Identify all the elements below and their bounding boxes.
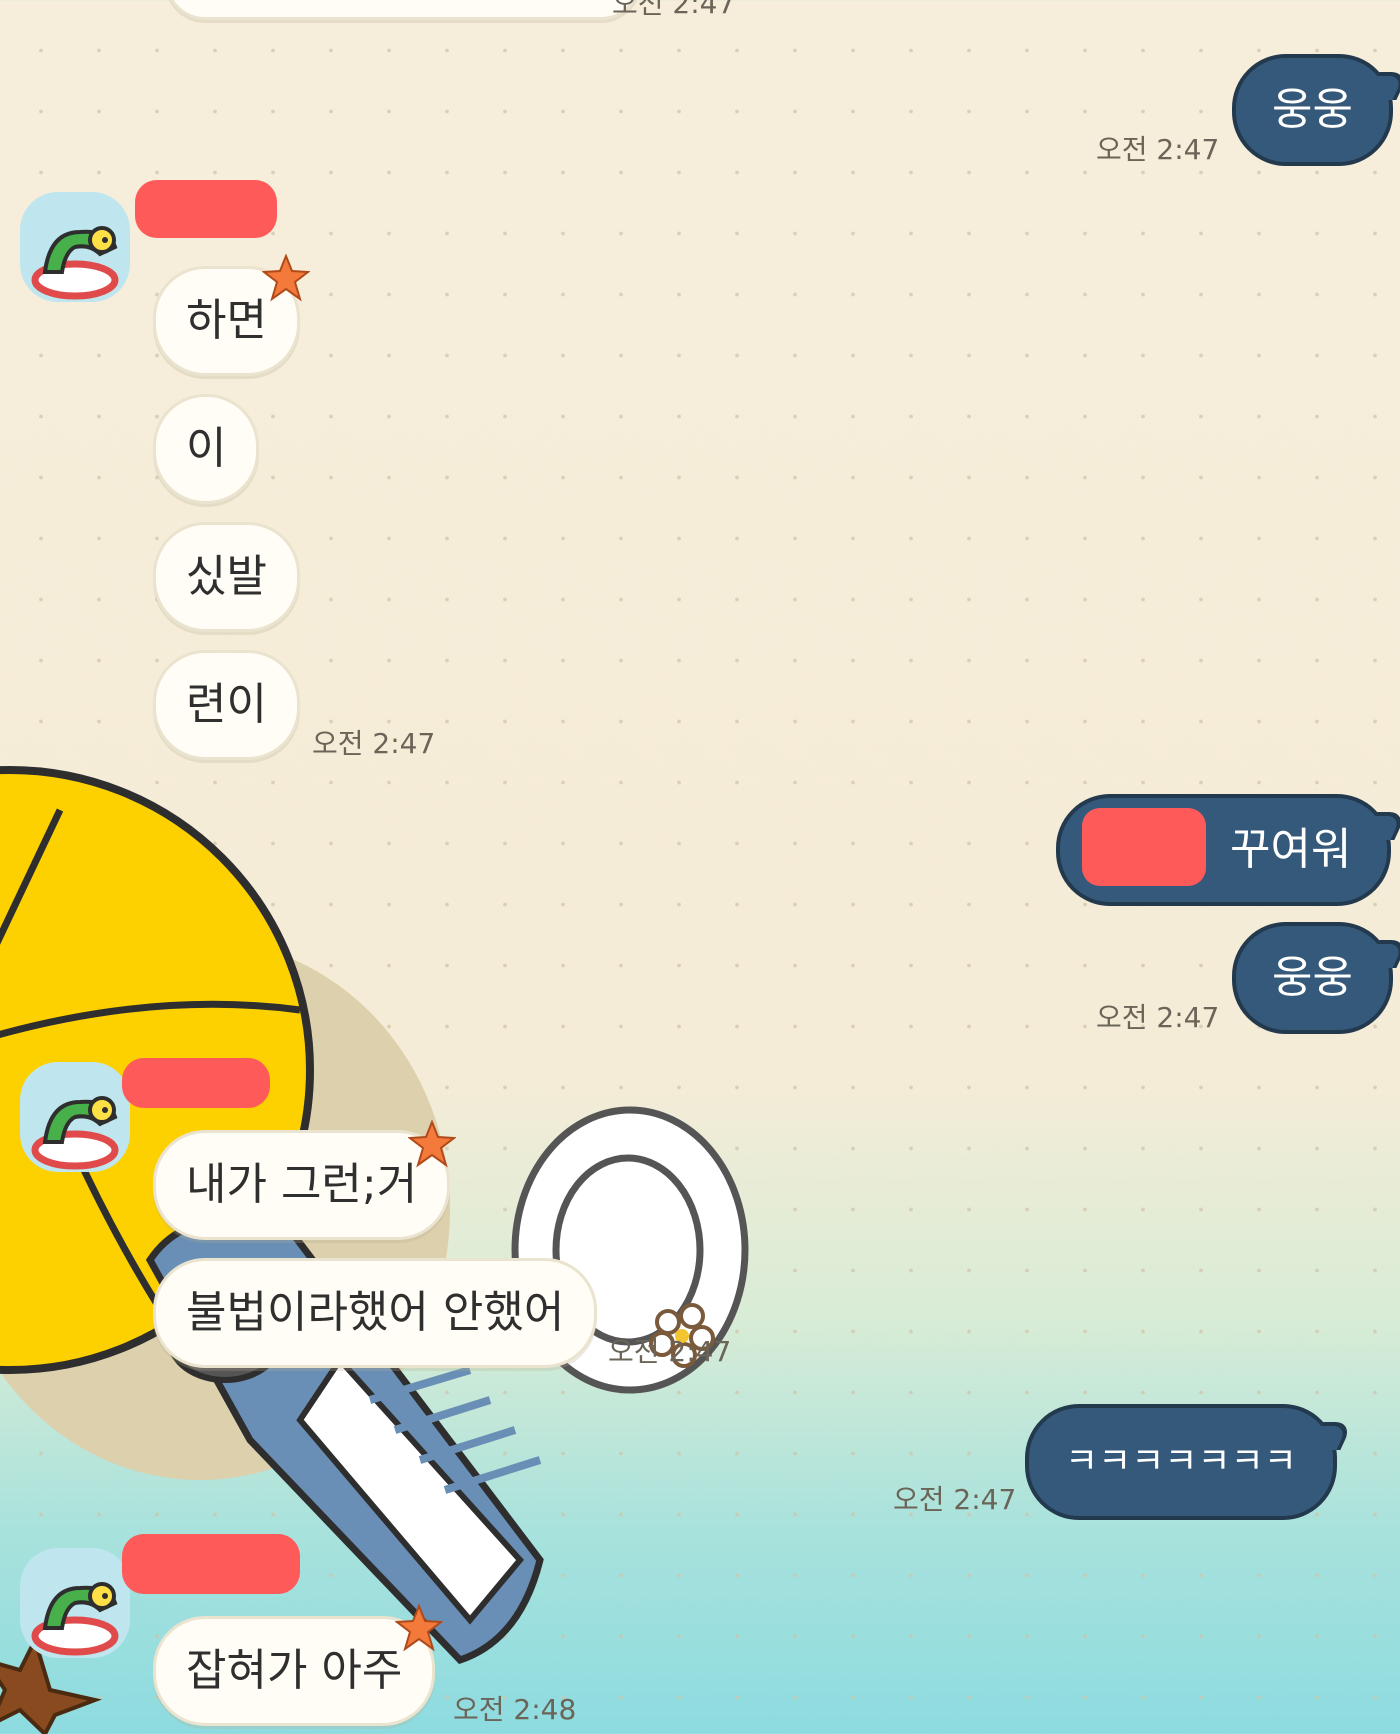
- message-text: 련이: [186, 679, 267, 730]
- message-text: 싰발: [186, 551, 267, 602]
- message-time: 오전 2:48: [453, 1693, 577, 1726]
- starfish-icon: [262, 254, 310, 302]
- message-text: ㅋㅋㅋㅋㅋㅋㅋ: [1065, 1441, 1297, 1482]
- friend-message-bubble[interactable]: 련이: [153, 650, 300, 760]
- my-message-bubble[interactable]: 웅웅: [1232, 54, 1393, 166]
- message-time: 오전 2:47: [1096, 1001, 1220, 1034]
- cut-off-bubble: [165, 0, 641, 20]
- friend-message-bubble[interactable]: 내가 그런;거: [153, 1130, 451, 1240]
- friend-message-bubble[interactable]: 이: [153, 394, 260, 504]
- crocodile-avatar-icon: [31, 1582, 119, 1656]
- message-text: 이: [186, 423, 227, 474]
- friend-message-bubble[interactable]: 잡혀가 아주: [153, 1616, 436, 1726]
- message-text: 잡혀가 아주: [186, 1645, 403, 1696]
- message-time: 오전 2:47: [893, 1483, 1017, 1516]
- crocodile-avatar-icon: [31, 226, 119, 300]
- message-time: 오전 2:47: [608, 1335, 732, 1368]
- friend-avatar[interactable]: [20, 1062, 130, 1172]
- starfish-icon: [408, 1120, 456, 1168]
- message-text: 하면: [186, 295, 267, 346]
- crocodile-avatar-icon: [31, 1096, 119, 1170]
- message-time: 오전 2:47: [312, 727, 436, 760]
- message-text: 내가 그런;거: [186, 1159, 418, 1210]
- message-text: 웅웅: [1272, 952, 1353, 1003]
- sender-name-redacted: [122, 1534, 300, 1594]
- my-message-bubble[interactable]: 웅웅: [1232, 922, 1393, 1034]
- message-text: 불법이라했어 안했어: [186, 1287, 565, 1338]
- message-time: 오전 2:47: [612, 0, 736, 20]
- sender-name-redacted: [122, 1058, 270, 1108]
- friend-avatar[interactable]: [20, 1548, 130, 1658]
- friend-message-bubble[interactable]: 싰발: [153, 522, 300, 632]
- message-text: 웅웅: [1272, 84, 1353, 135]
- redacted-text: [1082, 808, 1206, 886]
- friend-message-bubble[interactable]: 불법이라했어 안했어: [153, 1258, 598, 1368]
- starfish-icon: [395, 1604, 443, 1652]
- sender-name-redacted: [135, 180, 277, 238]
- my-message-bubble[interactable]: ㅋㅋㅋㅋㅋㅋㅋ: [1025, 1404, 1337, 1520]
- message-text: 꾸여워: [1230, 824, 1352, 875]
- message-time: 오전 2:47: [1096, 133, 1220, 166]
- friend-avatar[interactable]: [20, 192, 130, 302]
